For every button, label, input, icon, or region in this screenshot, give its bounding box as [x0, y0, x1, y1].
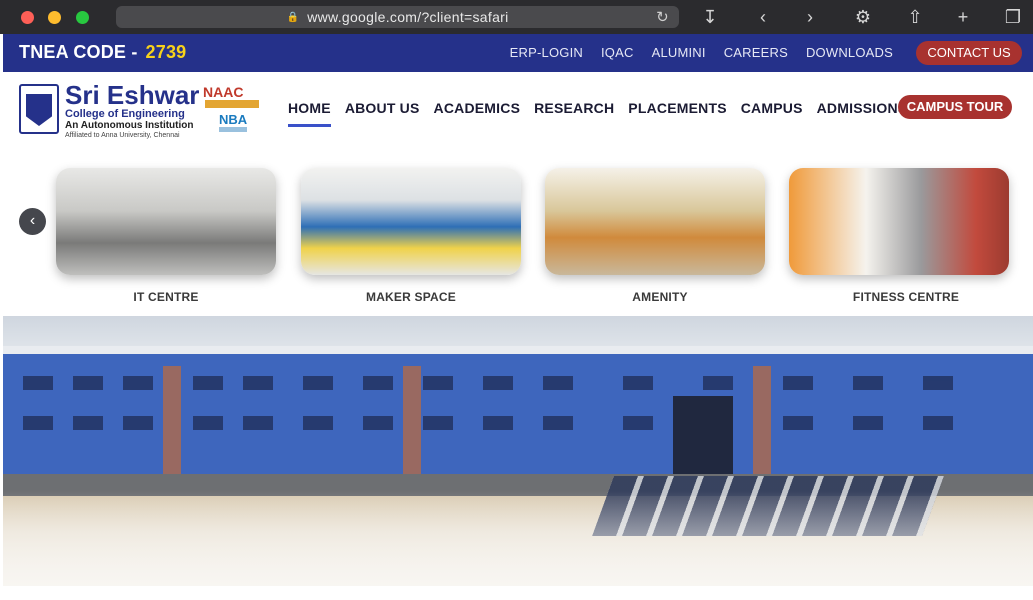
main-nav: HOME ABOUT US ACADEMICS RESEARCH PLACEME… [288, 100, 908, 127]
browser-chrome: 🔒 www.google.com/?client=safari ↻ ↧ ‹ › … [0, 0, 1033, 34]
nav-research[interactable]: RESEARCH [534, 100, 614, 116]
page-bottom [3, 586, 1033, 600]
nav-campus[interactable]: CAMPUS [741, 100, 803, 116]
nba-badge [219, 127, 247, 132]
nba-logo: NBA [219, 112, 248, 127]
minimize-window-button[interactable] [48, 11, 61, 24]
top-bar: TNEA CODE - 2739 ERP-LOGIN IQAC ALUMINI C… [3, 34, 1033, 72]
campus-hero-image [3, 316, 1033, 586]
tnea-code-value: 2739 [145, 42, 187, 62]
facility-card-maker-space[interactable] [301, 168, 521, 275]
college-logo[interactable]: Sri Eshwar College of Engineering An Aut… [65, 82, 199, 140]
nav-home[interactable]: HOME [288, 100, 331, 127]
college-affiliation: Affiliated to Anna University, Chennai [65, 132, 180, 139]
facility-caption: FITNESS CENTRE [852, 290, 960, 304]
settings-icon[interactable]: ⚙ [850, 5, 876, 29]
snow-ground [3, 491, 1033, 586]
nav-about-us[interactable]: ABOUT US [345, 100, 420, 116]
facility-card-amenity[interactable] [545, 168, 765, 275]
top-links: ERP-LOGIN IQAC ALUMINI CAREERS DOWNLOADS [510, 45, 893, 60]
facility-caption: AMENITY [632, 290, 688, 304]
college-subtitle: College of Engineering [65, 108, 185, 120]
url-text: www.google.com/?client=safari [307, 9, 509, 25]
carousel-prev-button[interactable]: ‹ [19, 208, 46, 235]
nav-placements[interactable]: PLACEMENTS [628, 100, 726, 116]
facilities-carousel: ‹ IT CENTRE MAKER SPACE AMENITY FITNESS … [3, 154, 1033, 314]
alumni-link[interactable]: ALUMINI [652, 45, 706, 60]
downloads-link[interactable]: DOWNLOADS [806, 45, 893, 60]
site-header: Sri Eshwar College of Engineering An Aut… [3, 72, 1033, 154]
facility-caption: MAKER SPACE [366, 290, 456, 304]
forward-icon[interactable]: › [797, 5, 823, 29]
campus-building-illustration [3, 346, 1033, 496]
zoom-window-button[interactable] [76, 11, 89, 24]
naac-logo: NAAC [203, 84, 244, 100]
contact-us-button[interactable]: CONTACT US [916, 41, 1022, 65]
lock-icon: 🔒 [286, 11, 300, 23]
careers-link[interactable]: CAREERS [724, 45, 788, 60]
chevron-left-icon: ‹ [29, 212, 36, 229]
facility-caption: IT CENTRE [133, 290, 199, 304]
tnea-label: TNEA CODE - [19, 42, 138, 62]
tabs-icon[interactable]: ❐ [1000, 5, 1026, 29]
tnea-code: TNEA CODE - 2739 [19, 42, 186, 63]
close-window-button[interactable] [21, 11, 34, 24]
college-crest-logo[interactable] [19, 84, 59, 134]
naac-badge [205, 100, 259, 108]
iqac-link[interactable]: IQAC [601, 45, 634, 60]
new-tab-icon[interactable]: + [950, 5, 976, 29]
address-bar[interactable]: 🔒 www.google.com/?client=safari ↻ [116, 6, 679, 28]
download-icon[interactable]: ↧ [697, 5, 723, 29]
erp-login-link[interactable]: ERP-LOGIN [510, 45, 583, 60]
facility-card-it-centre[interactable] [56, 168, 276, 275]
share-icon[interactable]: ⇧ [902, 5, 928, 29]
nav-admissions[interactable]: ADMISSIONS [817, 100, 908, 116]
college-tagline: An Autonomous Institution [65, 120, 194, 131]
reload-icon[interactable]: ↻ [656, 8, 669, 26]
college-name: Sri Eshwar [65, 80, 200, 110]
campus-tour-button[interactable]: CAMPUS TOUR [898, 95, 1012, 119]
nav-academics[interactable]: ACADEMICS [434, 100, 521, 116]
back-icon[interactable]: ‹ [750, 5, 776, 29]
facility-card-fitness-centre[interactable] [789, 168, 1009, 275]
